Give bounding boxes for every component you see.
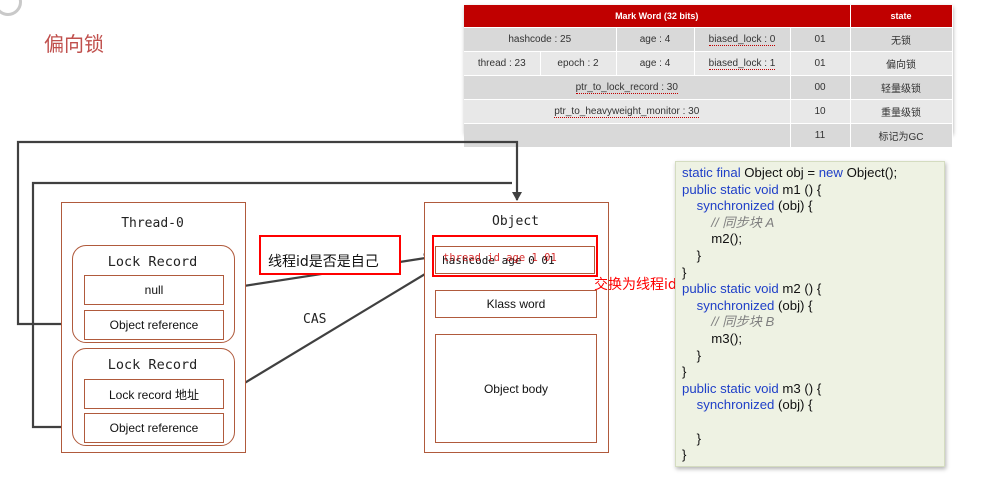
- code-line: }: [682, 265, 944, 282]
- code-token: new: [818, 165, 843, 180]
- code-line: }: [682, 447, 944, 464]
- code-token: // 同步块 B: [682, 314, 775, 330]
- code-line: }: [682, 248, 944, 265]
- code-token: m1 () {: [778, 181, 822, 197]
- question-label: 线程id是否是自己: [268, 254, 379, 270]
- code-token: }: [682, 430, 702, 446]
- code-token: m2 () {: [778, 281, 822, 297]
- code-token: // 同步块 A: [682, 214, 775, 230]
- code-token: }: [682, 347, 702, 363]
- code-token: (obj) {: [774, 397, 813, 413]
- thread-title: Thread-0: [121, 216, 184, 231]
- lock-record-1-object-reference: Object reference: [84, 310, 224, 340]
- lock-record-2-title: Lock Record: [107, 357, 198, 373]
- object-title: Object: [492, 214, 539, 229]
- code-token: synchronized: [696, 198, 775, 214]
- code-line: // 同步块 B: [682, 314, 944, 331]
- code-token: Object();: [842, 165, 898, 180]
- code-line: synchronized (obj) {: [682, 397, 944, 414]
- code-line: static final Object obj = new Object();: [682, 165, 944, 182]
- code-token: }: [682, 264, 687, 280]
- code-token: public static void: [682, 281, 779, 297]
- code-line: // 同步块 A: [682, 215, 944, 232]
- code-token: public static void: [682, 380, 779, 396]
- object-body: Object body: [435, 334, 597, 443]
- code-line: m3();: [682, 331, 944, 348]
- code-line: synchronized (obj) {: [682, 198, 944, 215]
- code-line: }: [682, 364, 944, 381]
- lock-record-1-title: Lock Record: [107, 254, 198, 270]
- lock-record-2-address: Lock record 地址: [84, 379, 224, 409]
- code-token: synchronized: [696, 297, 775, 313]
- code-token: (obj) {: [774, 297, 813, 313]
- code-token: m3();: [682, 330, 743, 346]
- lock-record-1-null: null: [84, 275, 224, 305]
- code-token: (obj) {: [774, 198, 813, 214]
- code-line: public static void m3 () {: [682, 381, 944, 398]
- code-line: }: [682, 431, 944, 448]
- code-token: }: [682, 447, 687, 463]
- code-token: synchronized: [696, 397, 775, 413]
- mark-word-highlight: [432, 235, 598, 277]
- cas-label: CAS: [303, 312, 327, 327]
- object-klass-word: Klass word: [435, 290, 597, 318]
- code-line: public static void m2 () {: [682, 281, 944, 298]
- code-token: public static void: [682, 181, 779, 197]
- code-panel: static final Object obj = new Object(); p…: [675, 161, 945, 467]
- swap-label: 交换为线程id: [594, 277, 677, 293]
- code-token: Object obj =: [740, 165, 819, 180]
- code-line: synchronized (obj) {: [682, 298, 944, 315]
- code-token: m3 () {: [778, 380, 822, 396]
- lock-record-2-object-reference: Object reference: [84, 413, 224, 443]
- code-line: }: [682, 348, 944, 365]
- code-line: m2();: [682, 231, 944, 248]
- code-line: public static void m1 () {: [682, 182, 944, 199]
- code-token: m2();: [682, 231, 743, 247]
- code-token: }: [682, 364, 687, 380]
- code-keyword: static final: [682, 165, 741, 180]
- code-token: }: [682, 247, 702, 263]
